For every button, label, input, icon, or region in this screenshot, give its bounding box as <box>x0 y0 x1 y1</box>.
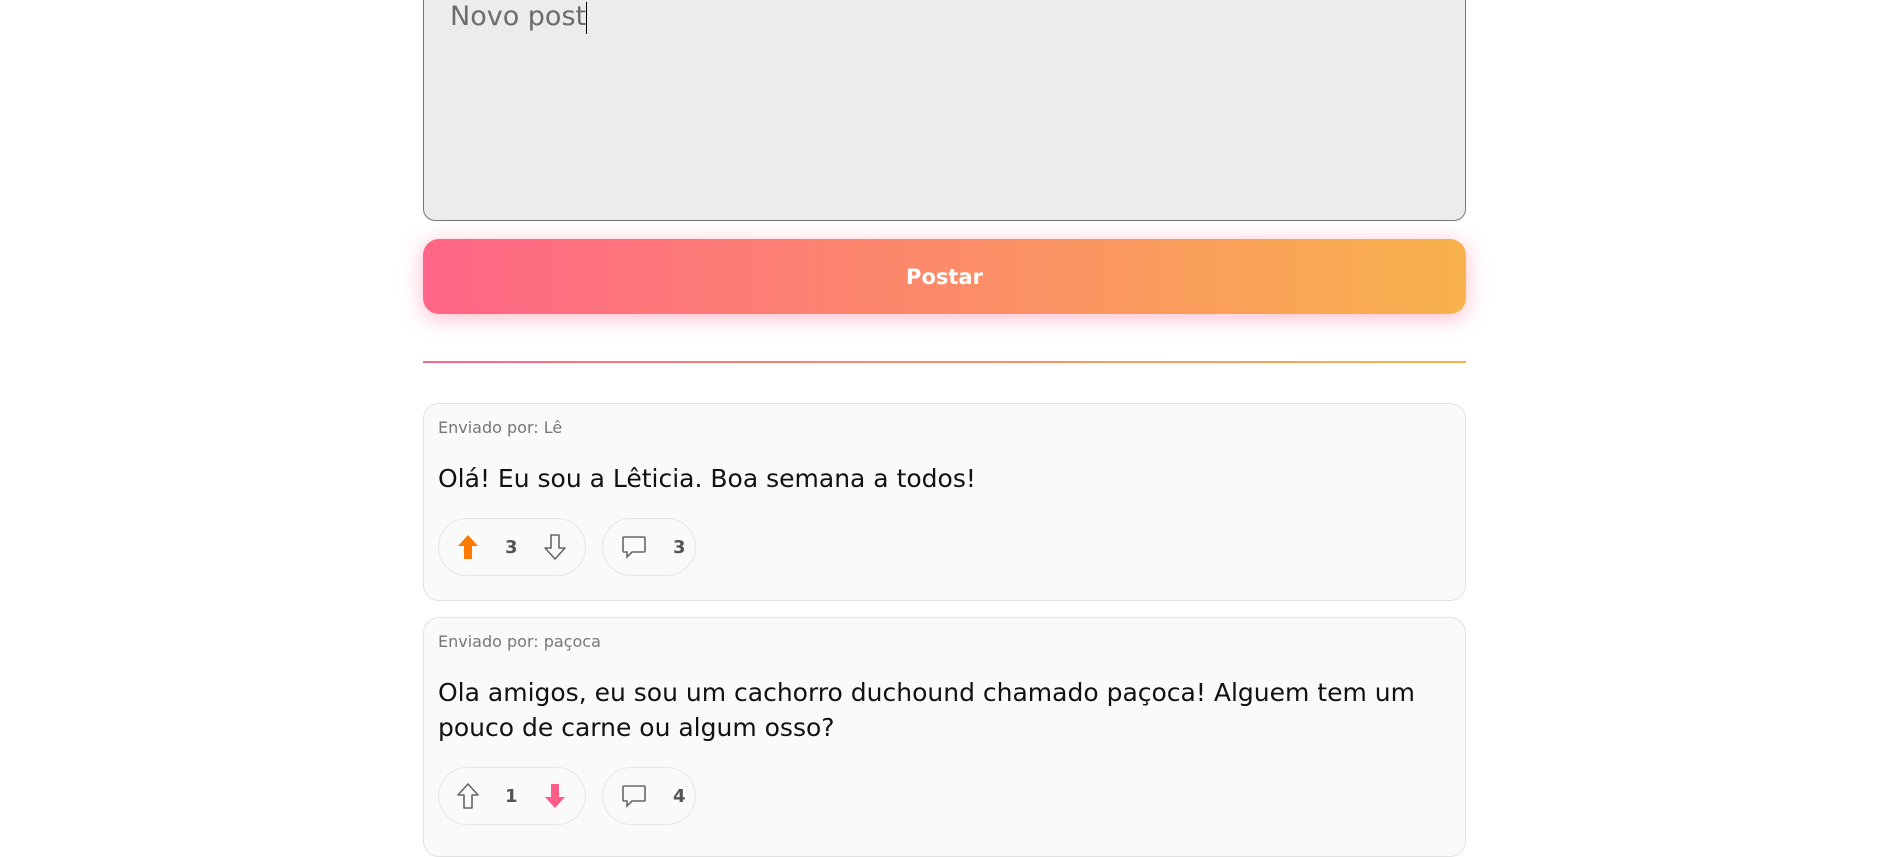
comment-icon <box>621 535 647 559</box>
post-text: Olá! Eu sou a Lêticia. Boa semana a todo… <box>438 464 976 493</box>
vote-count: 1 <box>505 785 518 807</box>
upvote-icon[interactable] <box>457 783 479 809</box>
vote-group: 3 <box>438 518 586 576</box>
post-card: Enviado por: paçoca Ola amigos, eu sou u… <box>423 617 1466 857</box>
downvote-icon[interactable] <box>543 534 566 560</box>
post-card: Enviado por: Lê Olá! Eu sou a Lêticia. B… <box>423 403 1466 601</box>
new-post-textarea[interactable]: Novo post <box>423 0 1466 221</box>
comments-button[interactable]: 4 <box>602 767 696 825</box>
post-author: Enviado por: paçoca <box>438 632 601 651</box>
new-post-placeholder: Novo post <box>450 1 587 32</box>
comment-count: 4 <box>673 785 686 807</box>
text-caret <box>586 1 588 34</box>
comments-button[interactable]: 3 <box>602 518 696 576</box>
divider <box>423 361 1466 363</box>
post-text: Ola amigos, eu sou um cachorro duchound … <box>438 678 1415 742</box>
vote-count: 3 <box>505 536 518 558</box>
upvote-icon[interactable] <box>457 534 479 560</box>
comment-count: 3 <box>673 536 686 558</box>
downvote-icon[interactable] <box>544 783 566 809</box>
comment-icon <box>621 784 647 808</box>
vote-group: 1 <box>438 767 586 825</box>
post-author: Enviado por: Lê <box>438 418 563 437</box>
post-button[interactable]: Postar <box>423 239 1466 314</box>
